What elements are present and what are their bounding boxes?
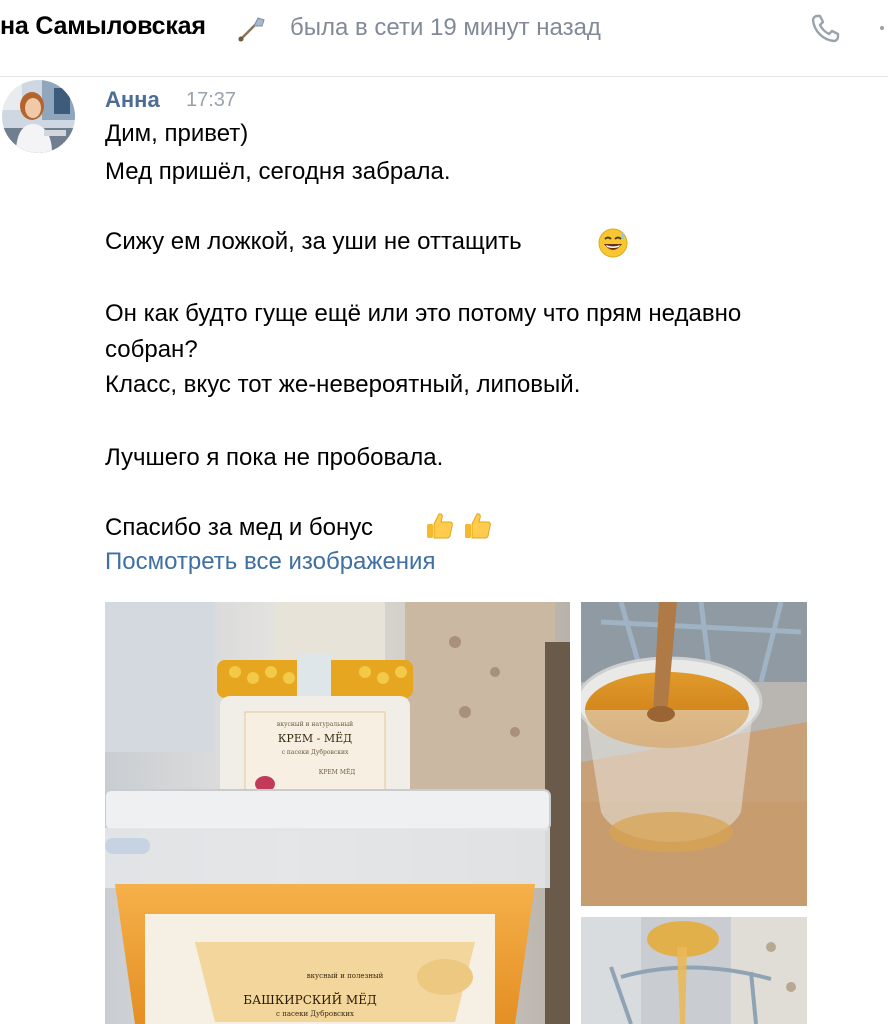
message-line: Лучшего я пока не пробовала. bbox=[105, 444, 444, 471]
photo-honey-tub-spoon[interactable] bbox=[581, 602, 807, 906]
message-line: Мед пришёл, сегодня забрала. bbox=[105, 158, 451, 185]
message-line: Он как будто гуще ещё или это потому что… bbox=[105, 300, 742, 327]
shovel-icon bbox=[236, 14, 266, 44]
bucket-label-top: вкусный и полезный bbox=[307, 972, 384, 980]
avatar[interactable] bbox=[2, 80, 75, 153]
thumbs-up-emoji bbox=[424, 510, 454, 540]
view-all-images-link[interactable]: Посмотреть все изображения bbox=[105, 548, 435, 576]
message-line: Сижу ем ложкой, за уши не оттащить bbox=[105, 228, 522, 255]
message-author[interactable]: Анна bbox=[105, 87, 160, 113]
jar-subtitle: с пасеки Дубровских bbox=[282, 749, 349, 756]
message-line: собран? bbox=[105, 336, 198, 363]
sweat-smile-emoji bbox=[598, 228, 628, 258]
jar-label-top: вкусный и натуральный bbox=[277, 721, 353, 728]
phone-icon[interactable] bbox=[806, 10, 844, 48]
bucket-subtitle: с пасеки Дубровских bbox=[276, 1010, 354, 1018]
thumbs-up-emoji bbox=[462, 510, 492, 540]
more-icon[interactable] bbox=[872, 10, 888, 48]
message-line: Спасибо за мед и бонус bbox=[105, 514, 374, 541]
chat-header: на Самыловская была в сети 19 минут наза… bbox=[0, 0, 888, 77]
online-status: была в сети 19 минут назад bbox=[290, 14, 601, 41]
message-time: 17:37 bbox=[186, 89, 237, 111]
message-line: Класс, вкус тот же-невероятный, липовый. bbox=[105, 371, 581, 398]
photo-honey-jar-bucket[interactable]: вкусный и натуральный КРЕМ - МЁД с пасек… bbox=[105, 602, 570, 1024]
photo-honey-drizzle[interactable] bbox=[581, 917, 807, 1024]
message-line: Дим, привет) bbox=[105, 120, 249, 147]
bucket-title: БАШКИРСКИЙ МЁД bbox=[243, 991, 377, 1007]
jar-title: КРЕМ - МЁД bbox=[278, 731, 352, 745]
jar-small-label: КРЕМ МЁД bbox=[319, 769, 356, 776]
contact-name[interactable]: на Самыловская bbox=[0, 12, 206, 41]
